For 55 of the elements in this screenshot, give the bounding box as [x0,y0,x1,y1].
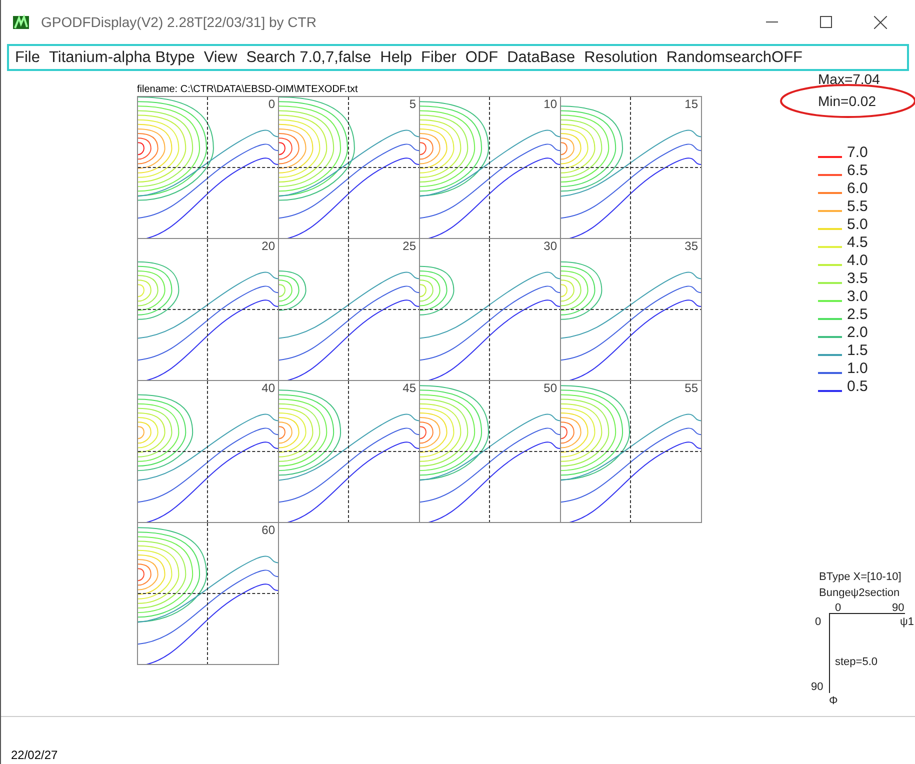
menu-item[interactable]: ODF [465,46,498,70]
section-angle-label: 15 [684,98,698,111]
legend-value: 3.5 [847,270,868,287]
app-icon [13,14,29,30]
legend-value: 5.0 [847,216,868,233]
legend-value: 2.5 [847,306,868,323]
status-text: 22/02/27 [11,748,58,762]
legend-value: 6.5 [847,162,868,179]
min-value-label: Min=0.02 [818,93,877,109]
maximize-icon [820,16,832,28]
legend-value: 6.0 [847,180,868,197]
menu-item[interactable]: RandomsearchOFF [666,46,803,70]
section-angle-label: 30 [544,240,557,253]
menu-item[interactable]: File [15,46,40,70]
btype-label: BType X=[10-10] [819,570,902,585]
menu-item[interactable]: Search 7.0,7,false [246,46,372,70]
menu-item[interactable]: Resolution [584,46,658,70]
section-angle-label: 20 [262,240,275,253]
section-angle-label: 25 [402,240,416,253]
legend-value: 3.0 [847,288,868,305]
section-angle-label: 50 [544,382,557,395]
menu-item[interactable]: Help [380,46,412,70]
section-angle-label: 60 [262,524,275,537]
step-label: step=5.0 [835,655,878,670]
legend-value: 7.0 [847,144,868,161]
filename-label: filename: C:\CTR\DATA\EBSD-OIM\MTEXODF.txt [137,83,359,96]
section-angle-label: 10 [544,98,557,111]
axis-tick-label: 90 [892,601,904,616]
minimize-icon [766,21,778,23]
section-angle-label: 35 [684,240,698,253]
menu-item[interactable]: Fiber [421,46,456,70]
section-angle-label: 45 [402,382,416,395]
window-title: GPODFDisplay(V2) 2.28T[22/03/31] by CTR [41,12,316,32]
menu-item[interactable]: Titanium-alpha Btype [48,46,195,70]
axis-label: ψ1 [900,615,914,630]
legend-value: 2.0 [847,324,868,341]
axis-tick-label: 90 [811,680,824,695]
section-type-label: Bungeψ2section [819,586,900,601]
legend-value: 4.0 [847,252,868,269]
legend-value: 1.5 [847,342,868,359]
legend-value: 5.5 [847,198,868,215]
legend-value: 1.0 [847,360,868,377]
legend-value: 0.5 [847,378,868,395]
section-angle-label: 0 [268,98,275,111]
axis-tick-label: 0 [815,615,822,630]
menu-item[interactable]: DataBase [507,46,576,70]
axis-tick-label: 0 [835,601,842,616]
section-angle-label: 40 [262,382,275,395]
section-angle-label: 5 [409,98,416,111]
max-value-label: Max=7.04 [818,71,880,87]
axis-label: Φ [829,694,838,709]
section-angle-label: 55 [684,382,698,395]
legend-value: 4.5 [847,234,868,251]
close-icon [874,16,886,28]
menu-item[interactable]: View [204,46,238,70]
